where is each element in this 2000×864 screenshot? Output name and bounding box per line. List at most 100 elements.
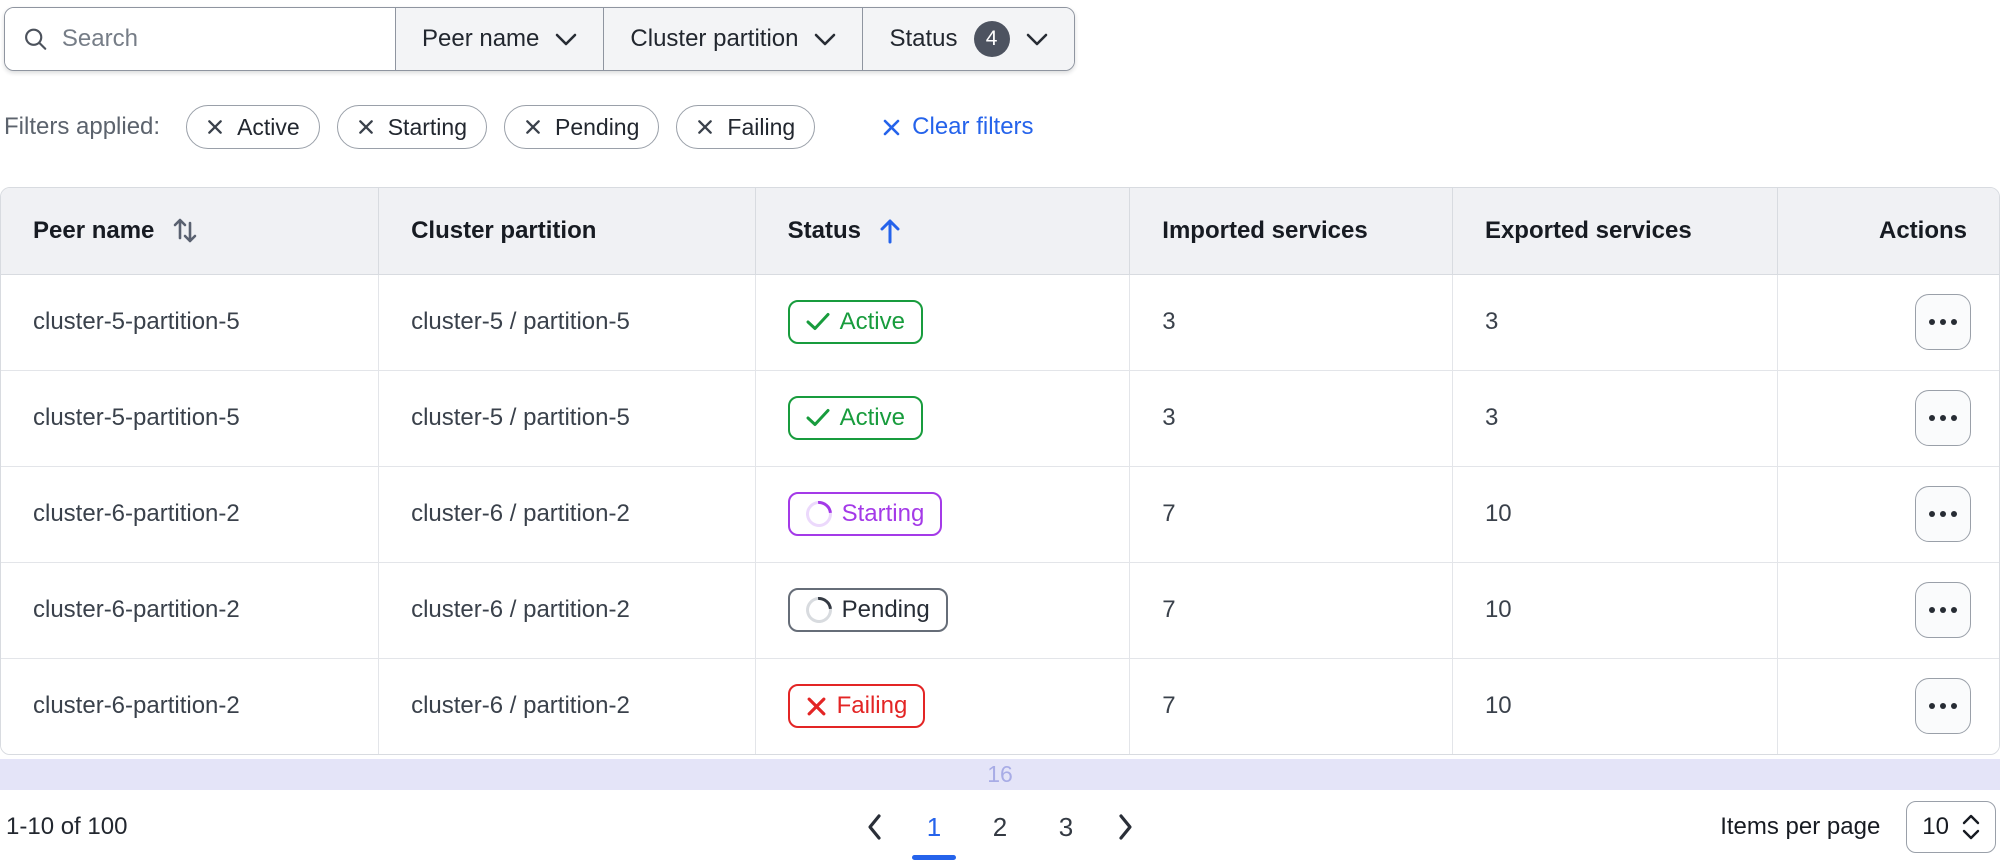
clear-filters-link[interactable]: Clear filters [882,113,1034,141]
items-per-page-select[interactable]: 10 [1906,801,1996,853]
column-label: Status [787,216,861,244]
column-header-actions: Actions [1777,188,1999,275]
filter-chip-label: Active [237,113,300,140]
column-label: Actions [1878,216,1967,244]
overflow-indicator-value: 16 [987,761,1013,787]
ellipsis-icon [1929,319,1935,325]
filter-chip-starting[interactable]: Starting [336,105,487,149]
clear-filters-label: Clear filters [912,113,1034,140]
check-icon [806,409,830,426]
dropdown-status[interactable]: Status 4 [862,8,1074,70]
cell-cluster-partition: cluster-6 / partition-2 [378,562,756,659]
status-badge: Active [787,300,923,344]
column-header-imported-services[interactable]: Imported services [1129,188,1453,275]
row-actions-button[interactable] [1915,294,1971,350]
dropdown-cluster-partition-label: Cluster partition [630,25,799,52]
search-filter-group: Peer name Cluster partition Status 4 [4,7,1075,71]
table-row: cluster-6-partition-2 cluster-6 / partit… [1,466,1999,563]
column-header-cluster-partition[interactable]: Cluster partition [378,188,756,275]
cell-status: Active [755,274,1131,371]
row-actions-button[interactable] [1915,678,1971,735]
cell-cluster-partition: cluster-5 / partition-5 [378,370,756,467]
previous-page-button[interactable] [860,813,888,841]
dropdown-status-label: Status [889,25,958,52]
page-button-1[interactable]: 1 [912,805,956,860]
x-icon [807,697,826,716]
filters-applied-label: Filters applied: [4,113,161,140]
next-page-button[interactable] [1112,813,1140,841]
cell-imported-services: 7 [1129,466,1453,563]
ellipsis-icon [1929,415,1935,421]
overflow-indicator-bar: 16 [0,759,2000,790]
status-badge: Failing [787,684,926,729]
cell-cluster-partition: cluster-6 / partition-2 [378,466,756,563]
x-icon [358,120,373,134]
cell-actions [1777,466,1999,563]
cell-exported-services: 3 [1452,274,1778,371]
search-input[interactable] [61,25,377,53]
x-icon [883,119,900,135]
pager: 123 [860,805,1140,860]
row-actions-button[interactable] [1915,486,1971,542]
filter-chips: Active Starting Pending Failing [186,105,832,149]
chevron-down-icon [1026,33,1047,45]
filter-chip-failing[interactable]: Failing [676,105,816,149]
cell-imported-services: 7 [1129,562,1453,659]
dropdown-peer-name-label: Peer name [422,25,540,52]
column-header-status[interactable]: Status [755,188,1131,275]
cell-exported-services: 10 [1452,466,1778,563]
cell-peer-name: cluster-6-partition-2 [1,562,380,659]
filter-chip-active[interactable]: Active [186,105,320,149]
column-label: Peer name [33,216,155,244]
page-button-3[interactable]: 3 [1046,805,1086,849]
sort-ascending-icon [880,219,900,244]
cell-actions [1777,274,1999,371]
stepper-icon [1962,814,1980,840]
status-badge-label: Failing [836,692,908,720]
ellipsis-icon [1929,703,1935,710]
table-header-row: Peer name Cluster partition Status Impor… [1,188,1999,275]
status-badge: Active [787,396,923,440]
chevron-left-icon [868,814,881,840]
table-row: cluster-5-partition-5 cluster-5 / partit… [1,274,1999,371]
dropdown-peer-name[interactable]: Peer name [395,8,604,70]
cell-cluster-partition: cluster-6 / partition-2 [378,658,756,754]
cell-status: Pending [755,562,1131,659]
filter-chip-label: Failing [727,113,796,140]
status-badge-label: Pending [841,596,930,623]
status-badge-label: Active [839,404,905,431]
row-actions-button[interactable] [1915,390,1971,446]
x-icon [698,120,713,134]
cell-actions [1777,658,1999,754]
items-per-page-value: 10 [1922,813,1949,840]
search-icon [25,28,47,50]
filter-chip-label: Starting [387,113,467,140]
cell-actions [1777,562,1999,659]
cell-imported-services: 7 [1129,658,1453,754]
filter-chip-pending[interactable]: Pending [503,105,660,149]
column-label: Cluster partition [411,216,597,244]
dropdown-cluster-partition[interactable]: Cluster partition [603,8,863,70]
cell-peer-name: cluster-5-partition-5 [1,370,380,467]
check-icon [806,313,830,330]
row-actions-button[interactable] [1915,582,1971,638]
cell-status: Active [755,370,1131,467]
column-header-exported-services[interactable]: Exported services [1452,188,1778,275]
status-badge: Starting [787,492,943,536]
cell-peer-name: cluster-6-partition-2 [1,658,380,754]
page-button-2[interactable]: 2 [980,805,1020,849]
items-per-page-label: Items per page [1720,813,1881,840]
column-label: Exported services [1484,216,1692,244]
chevron-down-icon [815,33,836,45]
cell-status: Starting [755,466,1131,563]
page-buttons: 123 [912,805,1086,860]
cell-imported-services: 3 [1129,370,1453,467]
cell-exported-services: 10 [1452,562,1778,659]
pagination-footer: 1-10 of 100 123 Items per page 10 [0,790,2000,864]
column-header-peer-name[interactable]: Peer name [1,188,380,275]
column-label: Imported services [1162,216,1368,244]
cell-exported-services: 3 [1452,370,1778,467]
search-box[interactable] [5,8,395,70]
chevron-right-icon [1119,814,1132,840]
cell-imported-services: 3 [1129,274,1453,371]
